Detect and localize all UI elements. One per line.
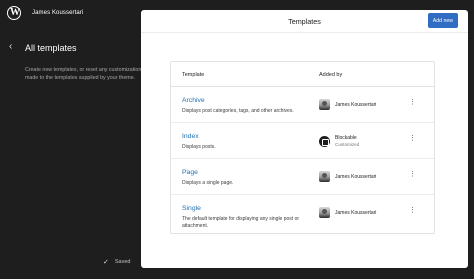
added-by: Blockable Customized — [319, 135, 359, 147]
template-description: Displays post categories, tags, and othe… — [182, 108, 294, 114]
author-name: James Koussertari — [335, 101, 377, 108]
table-row: Page Displays a single page. James Kouss… — [171, 159, 434, 195]
more-vertical-icon[interactable]: ⋮ — [409, 99, 416, 106]
saved-label: Saved — [114, 259, 131, 265]
author-block: Blockable Customized — [335, 135, 359, 147]
more-vertical-icon[interactable]: ⋮ — [409, 207, 416, 214]
wordpress-icon[interactable]: W — [7, 6, 21, 20]
site-title[interactable]: James Koussertari — [32, 10, 83, 16]
template-link-page[interactable]: Page — [182, 169, 198, 176]
template-description: The default template for displaying any … — [182, 216, 300, 229]
avatar — [319, 171, 330, 182]
table-row: Single The default template for displayi… — [171, 195, 434, 233]
table-row: Archive Displays post categories, tags, … — [171, 87, 434, 123]
template-description: Displays posts. — [182, 144, 216, 150]
author-name: James Koussertari — [335, 209, 377, 216]
add-new-button[interactable]: Add new — [427, 13, 458, 28]
author-name: Blockable — [335, 135, 357, 141]
template-description: Displays a single page. — [182, 180, 234, 186]
chevron-left-icon[interactable]: ‹ — [9, 42, 12, 52]
table-row: Index Displays posts. Blockable Customiz… — [171, 123, 434, 159]
added-by: James Koussertari — [319, 99, 376, 110]
sidebar-title: All templates — [25, 43, 77, 53]
avatar — [319, 99, 330, 110]
check-icon: ✓ — [103, 259, 109, 266]
more-vertical-icon[interactable]: ⋮ — [409, 171, 416, 178]
template-link-index[interactable]: Index — [182, 133, 199, 140]
save-status: ✓ Saved — [103, 258, 130, 266]
column-header-added-by: Added by — [319, 72, 343, 78]
templates-table: Template Added by Archive Displays post … — [170, 61, 435, 234]
column-header-template: Template — [182, 72, 205, 78]
theme-icon — [319, 135, 330, 147]
table-header: Template Added by — [171, 62, 434, 87]
author-name: James Koussertari — [335, 173, 377, 180]
template-link-single[interactable]: Single — [182, 205, 201, 212]
more-vertical-icon[interactable]: ⋮ — [409, 135, 416, 142]
added-by: James Koussertari — [319, 171, 376, 182]
customized-label: Customized — [335, 142, 360, 147]
page-title: Templates — [288, 17, 321, 26]
panel-header: Templates Add new — [141, 10, 468, 33]
avatar — [319, 207, 330, 218]
sidebar-description: Create new templates, or reset any custo… — [25, 67, 144, 81]
templates-panel: Templates Add new Template Added by Arch… — [141, 10, 468, 268]
added-by: James Koussertari — [319, 207, 376, 218]
template-link-archive[interactable]: Archive — [182, 97, 205, 104]
